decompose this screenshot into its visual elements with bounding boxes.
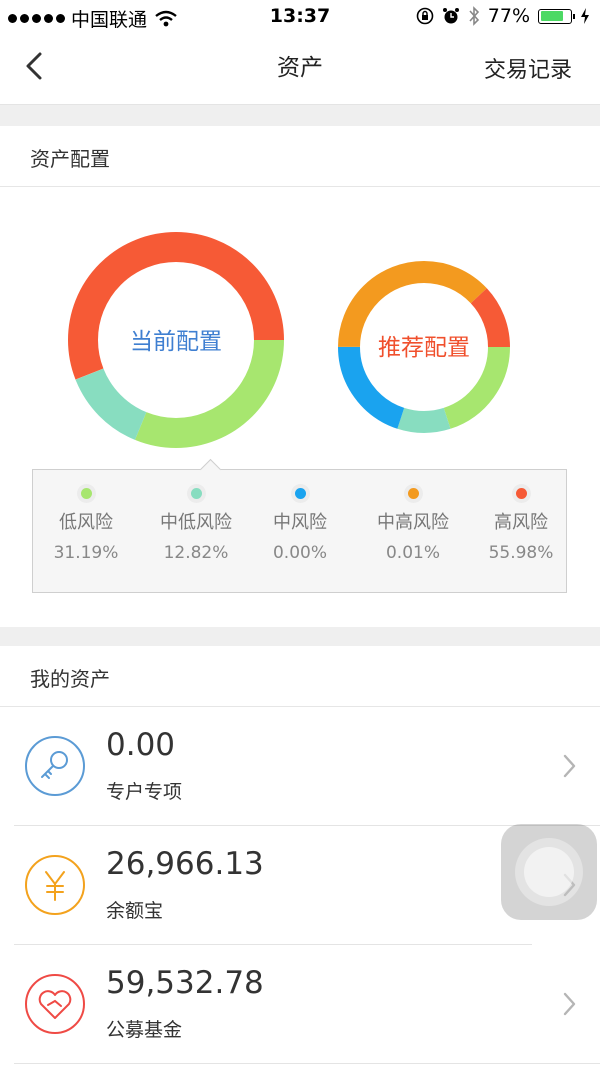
status-right: 77%: [416, 5, 590, 27]
recommended-allocation-donut[interactable]: 推荐配置: [336, 259, 512, 435]
yuan-icon: [25, 855, 85, 915]
orientation-lock-icon: [416, 7, 434, 25]
recommended-allocation-label: 推荐配置: [378, 335, 470, 361]
current-allocation-label: 当前配置: [130, 329, 222, 355]
allocation-area: 当前配置 推荐配置 低风险 31.19% 中低风险 12.82% 中风险 0.0…: [0, 187, 600, 627]
legend-dot: [190, 488, 202, 499]
bluetooth-icon: [469, 6, 479, 26]
legend-dot: [294, 488, 306, 499]
legend-percent: 0.00%: [272, 543, 327, 563]
alarm-icon: [442, 8, 459, 24]
legend-dot: [80, 488, 92, 499]
transaction-history-button[interactable]: 交易记录: [484, 52, 572, 84]
asset-name: 余额宝: [106, 900, 164, 922]
assets-title: 我的资产: [30, 667, 110, 691]
nav-bar: 资产 交易记录: [0, 34, 600, 105]
legend-percent: 12.82%: [163, 543, 229, 563]
assets-header: 我的资产: [0, 646, 600, 707]
legend-name: 低风险: [59, 512, 113, 533]
assistive-touch-button[interactable]: [501, 824, 597, 920]
legend-percent: 31.19%: [53, 543, 119, 563]
asset-amount: 26,966.13: [106, 846, 264, 882]
charging-icon: [581, 8, 589, 24]
legend-item-low: 低风险 31.19%: [31, 488, 141, 563]
allocation-title: 资产配置: [30, 147, 110, 171]
battery-icon: [538, 8, 575, 24]
legend-name: 中风险: [273, 512, 327, 533]
asset-row-special-account[interactable]: 0.00 专户专项: [0, 707, 600, 826]
asset-row-public-fund[interactable]: 59,532.78 公募基金: [0, 945, 600, 1064]
legend-item-mid: 中风险 0.00%: [245, 488, 355, 563]
section-gap: [0, 627, 600, 646]
allocation-header: 资产配置: [0, 126, 600, 187]
legend-name: 中低风险: [160, 512, 232, 533]
chevron-right-icon: [563, 754, 576, 778]
legend-pointer: [199, 458, 222, 481]
legend-dot: [407, 488, 419, 499]
legend-item-mid-high: 中高风险 0.01%: [358, 488, 468, 563]
asset-name: 专户专项: [106, 781, 183, 803]
battery-percent: 77%: [487, 5, 530, 27]
chevron-right-icon: [563, 992, 576, 1016]
asset-amount: 59,532.78: [106, 965, 264, 1001]
legend-percent: 0.01%: [385, 543, 440, 563]
legend-name: 高风险: [494, 512, 548, 533]
legend-percent: 55.98%: [488, 543, 554, 563]
risk-legend: 低风险 31.19% 中低风险 12.82% 中风险 0.00% 中高风险 0.…: [31, 458, 567, 593]
legend-dot: [515, 488, 527, 499]
asset-amount: 0.00: [106, 727, 176, 763]
legend-item-high: 高风险 55.98%: [466, 488, 576, 563]
asset-name: 公募基金: [106, 1019, 183, 1041]
legend-item-mid-low: 中低风险 12.82%: [141, 488, 251, 563]
battery-level: [540, 11, 563, 21]
key-icon: [25, 736, 85, 796]
status-bar: 中国联通 13:37 77%: [0, 0, 600, 34]
section-gap: [0, 105, 600, 126]
current-allocation-donut[interactable]: 当前配置: [66, 230, 286, 450]
legend-name: 中高风险: [377, 512, 449, 533]
heart-icon: [25, 974, 85, 1034]
